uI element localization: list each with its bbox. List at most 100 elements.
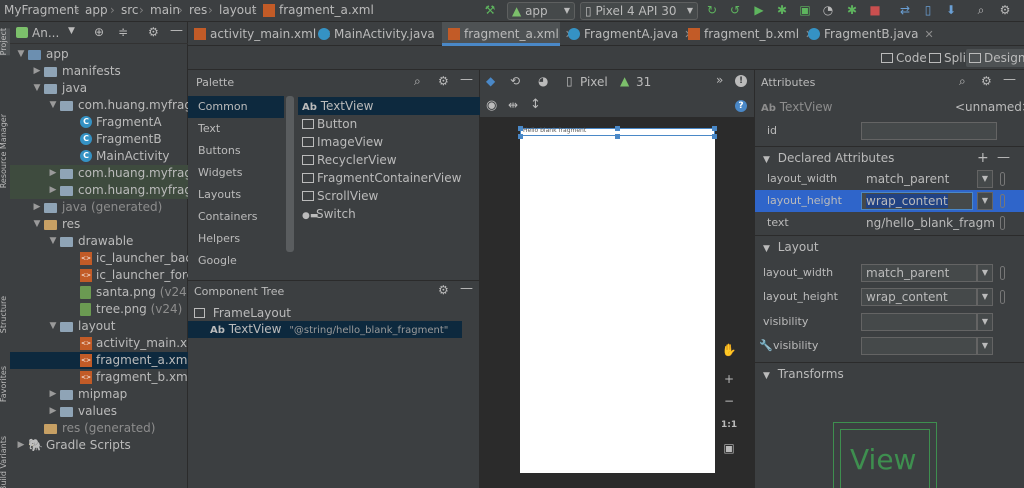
- text-value[interactable]: ng/hello_blank_fragment: [861, 214, 995, 232]
- crosshair-icon[interactable]: ⊕: [94, 25, 104, 39]
- design-mode-button[interactable]: Design: [966, 49, 1024, 67]
- close-icon[interactable]: ✕: [925, 28, 934, 41]
- debug-icon[interactable]: ✱: [775, 3, 789, 17]
- zoom-fit-icon[interactable]: ▣: [721, 440, 737, 456]
- search-icon[interactable]: ⌕: [414, 74, 421, 89]
- layout-width-field[interactable]: match_parent: [861, 264, 977, 282]
- breadcrumb-layout[interactable]: layout: [219, 3, 256, 17]
- run-config-dropdown[interactable]: ▲ app ▼: [507, 2, 575, 20]
- chevron-down-icon[interactable]: ▼: [32, 216, 42, 233]
- layout-height-field[interactable]: wrap_content: [861, 288, 977, 306]
- tab-main-activity-java[interactable]: MainActivity.java✕: [312, 22, 450, 46]
- palette-widget-textview[interactable]: Ab TextView: [298, 97, 480, 115]
- tree-item-res-generated[interactable]: res (generated): [10, 420, 188, 437]
- chevron-right-icon[interactable]: ▶: [48, 386, 58, 403]
- tree-item-res[interactable]: ▼ res: [10, 216, 188, 233]
- component-framelayout[interactable]: FrameLayout: [194, 305, 291, 322]
- palette-category-buttons[interactable]: Buttons: [188, 140, 284, 162]
- chevron-down-icon[interactable]: ▼: [48, 233, 58, 250]
- tree-item-gradle-scripts[interactable]: ▶ 🐘 Gradle Scripts: [10, 437, 188, 454]
- chevron-down-icon[interactable]: ▼: [977, 192, 993, 210]
- chevron-down-icon[interactable]: ▼: [977, 170, 993, 188]
- layers-icon[interactable]: ◆: [486, 74, 495, 88]
- tree-item-tree-png[interactable]: tree.png (v24): [10, 301, 188, 318]
- palette-widget-fragmentcontainerview[interactable]: FragmentContainerView: [302, 169, 461, 187]
- hammer-icon[interactable]: ⚒: [483, 3, 497, 17]
- minimize-icon[interactable]: —: [170, 23, 183, 38]
- visibility-field[interactable]: [861, 313, 977, 331]
- tree-item-fragment-b-xml[interactable]: <> fragment_b.xml: [10, 369, 188, 386]
- layout-width-value[interactable]: match_parent: [861, 170, 973, 188]
- vertical-resize-icon[interactable]: ↕: [530, 97, 541, 112]
- chevron-down-icon[interactable]: ▼: [977, 337, 993, 355]
- gear-icon[interactable]: ⚙: [148, 25, 159, 39]
- id-input[interactable]: [861, 122, 997, 140]
- help-icon[interactable]: ?: [735, 100, 747, 112]
- chevron-right-icon[interactable]: ▶: [48, 182, 58, 199]
- tree-item-drawable[interactable]: ▼ drawable: [10, 233, 188, 250]
- resource-picker-icon[interactable]: [1000, 266, 1005, 280]
- search-icon[interactable]: ⌕: [974, 3, 988, 17]
- device-selector[interactable]: Pixel: [580, 75, 608, 89]
- tree-item-manifests[interactable]: ▶ manifests: [10, 63, 188, 80]
- palette-category-common[interactable]: Common: [188, 96, 284, 118]
- resize-handle[interactable]: [518, 134, 523, 139]
- chevron-down-icon[interactable]: ▼: [16, 46, 26, 63]
- coverage-icon[interactable]: ▣: [798, 3, 812, 17]
- palette-category-helpers[interactable]: Helpers: [188, 228, 284, 250]
- stop-icon[interactable]: ■: [868, 3, 882, 17]
- tree-item-ic-launcher-foreground[interactable]: <> ic_launcher_foregr: [10, 267, 188, 284]
- chevron-right-icon[interactable]: ▶: [32, 63, 42, 80]
- breadcrumb-main[interactable]: main: [150, 3, 180, 17]
- chevron-right-icon[interactable]: ▶: [48, 165, 58, 182]
- add-attribute-icon[interactable]: +: [977, 147, 989, 169]
- device-preview[interactable]: Hello blank fragment: [518, 126, 717, 473]
- tab-fragment-a-xml[interactable]: fragment_a.xml✕: [442, 22, 574, 46]
- resize-handle[interactable]: [615, 126, 620, 131]
- breadcrumb-file[interactable]: fragment_a.xml: [279, 3, 374, 17]
- tree-item-package[interactable]: ▼ com.huang.myfragme: [10, 97, 188, 114]
- tree-item-layout[interactable]: ▼ layout: [10, 318, 188, 335]
- eye-icon[interactable]: ◉: [486, 98, 497, 113]
- breadcrumb-module[interactable]: app: [85, 3, 108, 17]
- tree-item-fragment-a-xml[interactable]: <> fragment_a.xml: [10, 352, 188, 369]
- orientation-icon[interactable]: ⟲: [510, 74, 520, 88]
- tree-item-package-test[interactable]: ▶ com.huang.myfragme: [10, 182, 188, 199]
- breadcrumb-res[interactable]: res: [189, 3, 207, 17]
- tab-fragment-b-xml[interactable]: fragment_b.xml✕: [682, 22, 814, 46]
- breadcrumb-project[interactable]: MyFragment: [4, 3, 79, 17]
- zoom-in-icon[interactable]: +: [721, 371, 737, 387]
- chevron-right-icon[interactable]: ▶: [16, 437, 26, 454]
- resize-handle[interactable]: [712, 134, 717, 139]
- tree-item-java[interactable]: ▼ java: [10, 80, 188, 97]
- resource-picker-icon[interactable]: [1000, 172, 1005, 186]
- tree-item-mipmap[interactable]: ▶ mipmap: [10, 386, 188, 403]
- palette-splitter[interactable]: [286, 96, 294, 252]
- palette-widget-imageview[interactable]: ImageView: [302, 133, 383, 151]
- palette-widget-scrollview[interactable]: ScrollView: [302, 187, 378, 205]
- attach-debugger-icon[interactable]: ✱: [845, 3, 859, 17]
- device-icon[interactable]: ▯: [566, 74, 573, 88]
- tab-fragment-a-java[interactable]: FragmentA.java✕: [562, 22, 694, 46]
- collapse-all-icon[interactable]: ≑: [118, 25, 128, 39]
- transforms-section-header[interactable]: ▼ Transforms: [755, 362, 1024, 384]
- tree-item-package-android-test[interactable]: ▶ com.huang.myfragme: [10, 165, 188, 182]
- chevron-down-icon[interactable]: ▼: [48, 318, 58, 335]
- minimize-icon[interactable]: —: [460, 281, 473, 296]
- tree-item-app[interactable]: ▼ app: [10, 46, 188, 63]
- resource-picker-icon[interactable]: [1000, 194, 1005, 208]
- split-mode-button[interactable]: Split: [926, 49, 971, 67]
- remove-attribute-icon[interactable]: —: [997, 147, 1010, 169]
- tree-item-main-activity[interactable]: C MainActivity: [10, 148, 188, 165]
- palette-widget-button[interactable]: Button: [302, 115, 357, 133]
- sync-icon[interactable]: ⇄: [898, 3, 912, 17]
- palette-category-text[interactable]: Text: [188, 118, 284, 140]
- chevron-down-icon[interactable]: ▼: [68, 26, 75, 36]
- gear-icon[interactable]: ⚙: [438, 74, 449, 88]
- component-textview[interactable]: Ab TextView "@string/hello_blank_fragmen…: [188, 321, 462, 338]
- run-icon[interactable]: ▶: [752, 3, 766, 17]
- gear-icon[interactable]: ⚙: [981, 74, 992, 88]
- layout-section-header[interactable]: ▼ Layout: [755, 235, 1024, 257]
- chevron-right-icon[interactable]: ▶: [32, 199, 42, 216]
- chevron-right-icon[interactable]: ▶: [48, 403, 58, 420]
